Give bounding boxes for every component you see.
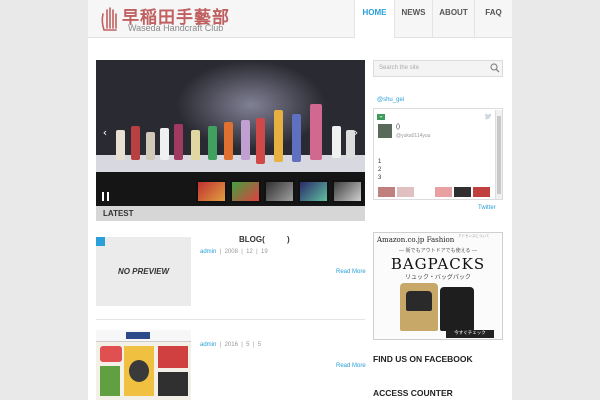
post-thumbnail-flyer[interactable] [96, 330, 191, 400]
main-nav: HOME NEWS ABOUT FAQ [354, 0, 512, 38]
post-accent-square [96, 237, 105, 246]
search-input[interactable]: Search the site [373, 60, 503, 77]
post-author[interactable]: admin [200, 249, 216, 255]
twitter-timeline[interactable]: ≡ () @yuka0114yuu 1 2 3 [373, 108, 503, 200]
slider-thumbnail[interactable] [332, 180, 363, 203]
slider-thumbnail[interactable] [298, 180, 329, 203]
amazon-ad-banner[interactable]: Amazon.co.jp Fashion アドセンスについて ― 街でもアウトド… [373, 232, 503, 340]
ad-headline: BAGPACKS [390, 255, 486, 273]
post-meta: admin | 2016 | 5 | 5 [200, 342, 262, 348]
slider-thumbnail[interactable] [230, 180, 261, 203]
post-meta: admin | 2008 | 12 | 19 [200, 249, 268, 255]
tweet-text: 1 2 3 [378, 158, 381, 182]
list-badge-icon: ≡ [377, 114, 385, 120]
site-header: 早稲田手藝部 Waseda Handcraft Club HOME NEWS A… [88, 0, 512, 38]
timeline-scrollbar[interactable] [495, 110, 502, 199]
search-icon[interactable] [490, 63, 500, 73]
post-thumbnail-no-preview[interactable]: NO PREVIEW [96, 237, 191, 306]
tweet-user-handle[interactable]: @yuka0114yuu [396, 133, 430, 139]
post-date: 2016 | 5 | 5 [224, 342, 262, 348]
tweet-line: 2 [378, 167, 382, 173]
tweet-line: 1 [378, 159, 382, 165]
nav-about[interactable]: ABOUT [432, 0, 474, 38]
tweet-line: 3 [378, 175, 382, 181]
latest-heading: LATEST [96, 206, 365, 221]
chevron-left-icon[interactable]: ‹ [99, 126, 111, 140]
ad-subheadline: リュック・バッグパック [405, 274, 471, 281]
hand-logo-icon [101, 7, 117, 31]
image-slider[interactable]: ‹ › [96, 60, 365, 206]
page: 早稲田手藝部 Waseda Handcraft Club HOME NEWS A… [88, 0, 512, 400]
twitter-handle-link[interactable]: @shu_gei [377, 97, 404, 103]
read-more-link[interactable]: Read More [336, 363, 366, 369]
backpack-image [440, 287, 474, 331]
slider-thumbnails [196, 180, 363, 203]
nav-faq[interactable]: FAQ [474, 0, 512, 38]
pause-icon[interactable] [102, 192, 110, 201]
facebook-heading: FIND US ON FACEBOOK [373, 354, 473, 364]
tweet-media-strip[interactable] [378, 187, 490, 197]
tweet-user-name[interactable]: () [396, 124, 400, 130]
post-title[interactable]: BLOG( ) [239, 235, 290, 244]
post-divider [96, 319, 365, 320]
site-subtitle: Waseda Handcraft Club [128, 23, 224, 33]
tweet-avatar[interactable] [378, 124, 392, 138]
ad-tag: アドセンスについて [458, 234, 490, 238]
nav-home[interactable]: HOME [354, 0, 394, 38]
ad-brand: Amazon.co.jp Fashion [377, 236, 455, 244]
ad-check-button[interactable]: 今すぐチェック [446, 330, 494, 338]
twitter-link[interactable]: Twitter [478, 205, 496, 211]
access-counter-heading: ACCESS COUNTER [373, 388, 453, 398]
post-author[interactable]: admin [200, 342, 216, 348]
slider-thumbnail[interactable] [196, 180, 227, 203]
nav-news[interactable]: NEWS [394, 0, 432, 38]
backpack-detail [406, 291, 432, 311]
post-date: 2008 | 12 | 19 [224, 249, 268, 255]
twitter-bird-icon [484, 113, 492, 120]
ad-copy: ― 街でもアウトドアでも使える ― [398, 248, 478, 254]
chevron-right-icon[interactable]: › [350, 126, 362, 140]
read-more-link[interactable]: Read More [336, 269, 366, 275]
slider-thumbnail[interactable] [264, 180, 295, 203]
